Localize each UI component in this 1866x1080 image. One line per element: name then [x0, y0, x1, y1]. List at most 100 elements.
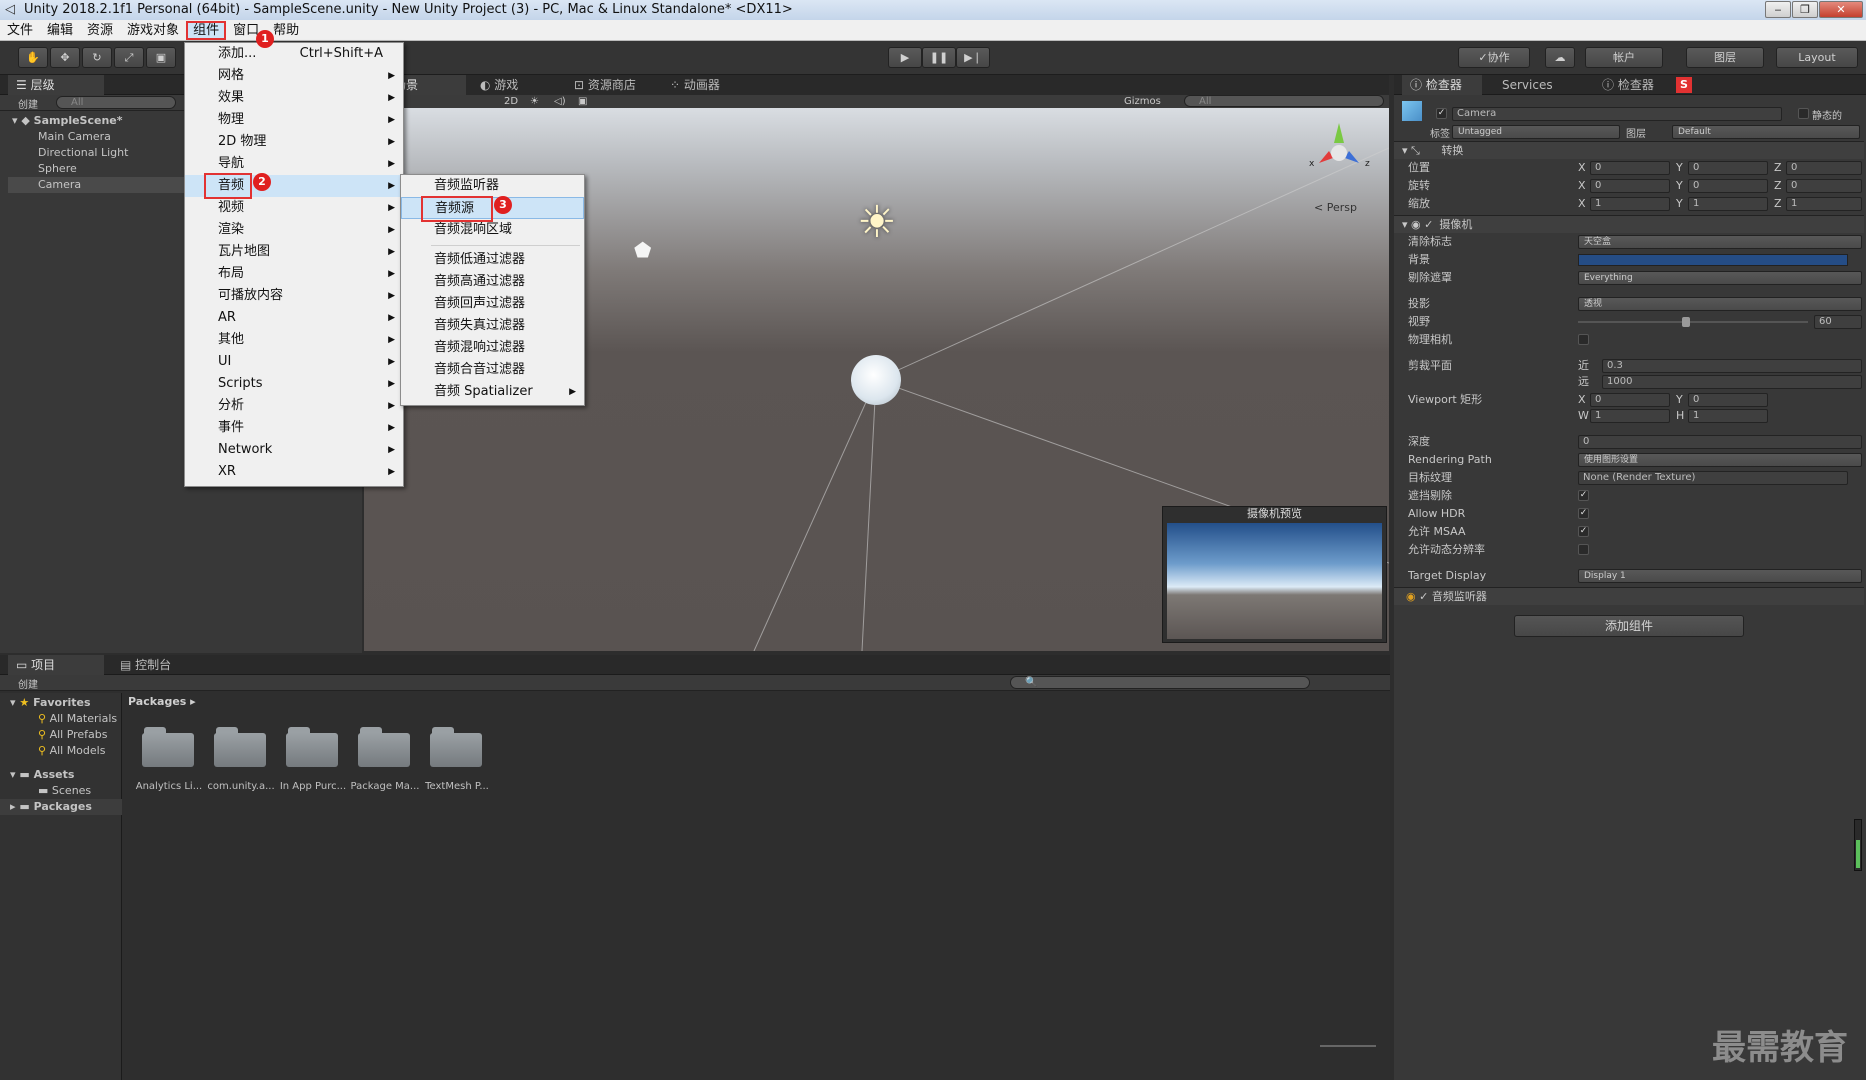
menu-item-spatializer[interactable]: 音频 Spatializer ▶: [401, 381, 584, 403]
viewport-w-field[interactable]: 1: [1590, 409, 1670, 423]
hierarchy-item-directional-light[interactable]: Directional Light: [38, 145, 128, 161]
rotation-y-field[interactable]: 0: [1688, 179, 1768, 193]
menu-item-physics2d[interactable]: 2D 物理 ▶: [185, 131, 403, 153]
object-name-field[interactable]: Camera: [1452, 107, 1782, 121]
static-checkbox[interactable]: [1798, 108, 1809, 119]
menu-item-playables[interactable]: 可播放内容 ▶: [185, 285, 403, 307]
near-clip-field[interactable]: 0.3: [1602, 359, 1862, 373]
menu-item-lowpass[interactable]: 音频低通过滤器: [401, 249, 584, 271]
clear-flags-dropdown[interactable]: 天空盒: [1578, 235, 1862, 249]
packages-node[interactable]: ▸ ▬ Packages: [0, 799, 122, 815]
fov-slider[interactable]: [1578, 321, 1808, 323]
folder-icon[interactable]: [142, 725, 198, 767]
scenes-node[interactable]: ▬ Scenes: [38, 783, 91, 799]
folder-icon[interactable]: [358, 725, 414, 767]
folder-icon[interactable]: [286, 725, 342, 767]
fav-all-prefabs[interactable]: ⚲ All Prefabs: [38, 727, 108, 743]
camera-header[interactable]: ▾ ◉ ✓ 摄像机: [1394, 215, 1864, 233]
hand-tool-icon[interactable]: ✋: [18, 47, 48, 68]
tab-project[interactable]: ▭ 项目: [8, 655, 104, 675]
menu-component[interactable]: 组件: [186, 21, 227, 40]
rendering-path-dropdown[interactable]: 使用图形设置: [1578, 453, 1862, 467]
physical-camera-checkbox[interactable]: [1578, 334, 1589, 345]
menu-item-network[interactable]: Network ▶: [185, 439, 403, 461]
folder-icon[interactable]: [430, 725, 486, 767]
directional-light-icon[interactable]: ☀: [852, 198, 902, 248]
project-breadcrumb[interactable]: Packages ▸: [128, 695, 196, 708]
position-x-field[interactable]: 0: [1590, 161, 1670, 175]
background-color-swatch[interactable]: [1578, 254, 1848, 266]
occlusion-checkbox[interactable]: ✓: [1578, 490, 1589, 501]
project-search-input[interactable]: 🔍: [1010, 676, 1310, 689]
menu-item-physics[interactable]: 物理 ▶: [185, 109, 403, 131]
step-button[interactable]: ▶❘: [956, 47, 990, 68]
menu-gameobject[interactable]: 游戏对象: [120, 20, 186, 41]
active-checkbox[interactable]: ✓: [1436, 108, 1447, 119]
hierarchy-item-sphere[interactable]: Sphere: [38, 161, 77, 177]
viewport-y-field[interactable]: 0: [1688, 393, 1768, 407]
position-z-field[interactable]: 0: [1786, 161, 1862, 175]
tab-inspector-2[interactable]: ⓘ 检查器: [1594, 75, 1674, 95]
folder-icon[interactable]: [214, 725, 270, 767]
menu-item-video[interactable]: 视频 ▶: [185, 197, 403, 219]
tab-asset-store[interactable]: ⊡ 资源商店: [566, 75, 656, 95]
lighting-toggle-icon[interactable]: ☀: [530, 95, 539, 108]
maximize-button[interactable]: ❐: [1792, 1, 1818, 18]
fov-slider-thumb[interactable]: [1682, 317, 1690, 327]
menu-item-highpass[interactable]: 音频高通过滤器: [401, 271, 584, 293]
layers-dropdown[interactable]: 图层: [1686, 47, 1764, 68]
account-dropdown[interactable]: 帐户: [1585, 47, 1663, 68]
layout-dropdown[interactable]: Layout: [1776, 47, 1858, 68]
persp-label[interactable]: < Persp: [1314, 201, 1357, 214]
menu-item-ui[interactable]: UI ▶: [185, 351, 403, 373]
camera-gizmo-icon[interactable]: ⬟: [634, 238, 651, 262]
menu-assets[interactable]: 资源: [80, 20, 120, 41]
scene-orientation-gizmo-icon[interactable]: x z: [1299, 118, 1379, 188]
tab-game[interactable]: ◐ 游戏: [472, 75, 552, 95]
minimize-button[interactable]: ‒: [1765, 1, 1791, 18]
hdr-checkbox[interactable]: ✓: [1578, 508, 1589, 519]
menu-item-scripts[interactable]: Scripts ▶: [185, 373, 403, 395]
move-tool-icon[interactable]: ✥: [50, 47, 80, 68]
project-create-dropdown[interactable]: 创建: [18, 676, 38, 691]
scene-root[interactable]: ▾ ◆ SampleScene*: [12, 113, 123, 129]
scale-z-field[interactable]: 1: [1786, 197, 1862, 211]
menu-file[interactable]: 文件: [0, 20, 40, 41]
culling-mask-dropdown[interactable]: Everything: [1578, 271, 1862, 285]
scale-y-field[interactable]: 1: [1688, 197, 1768, 211]
layer-dropdown[interactable]: Default: [1672, 125, 1860, 139]
menu-item-mesh[interactable]: 网格 ▶: [185, 65, 403, 87]
target-texture-field[interactable]: None (Render Texture): [1578, 471, 1848, 485]
audio-listener-header[interactable]: ◉ ✓ 音频监听器: [1394, 587, 1864, 605]
pause-button[interactable]: ❚❚: [922, 47, 956, 68]
scale-tool-icon[interactable]: ⤢: [114, 47, 144, 68]
tab-inspector[interactable]: ⓘ 检查器: [1402, 75, 1482, 95]
fav-all-models[interactable]: ⚲ All Models: [38, 743, 105, 759]
gizmos-dropdown[interactable]: Gizmos: [1124, 95, 1161, 108]
create-dropdown[interactable]: 创建: [18, 96, 38, 111]
menu-item-add[interactable]: 添加... Ctrl+Shift+A: [185, 43, 403, 65]
add-component-button[interactable]: 添加组件: [1514, 615, 1744, 637]
menu-item-misc[interactable]: 其他 ▶: [185, 329, 403, 351]
depth-field[interactable]: 0: [1578, 435, 1862, 449]
menu-edit[interactable]: 编辑: [40, 20, 80, 41]
projection-dropdown[interactable]: 透视: [1578, 297, 1862, 311]
rotation-z-field[interactable]: 0: [1786, 179, 1862, 193]
hierarchy-item-main-camera[interactable]: Main Camera: [38, 129, 111, 145]
folder-label[interactable]: Analytics Li...: [134, 781, 204, 792]
menu-item-effects[interactable]: 效果 ▶: [185, 87, 403, 109]
icon-size-slider[interactable]: [1320, 1045, 1376, 1047]
position-y-field[interactable]: 0: [1688, 161, 1768, 175]
fav-all-materials[interactable]: ⚲ All Materials: [38, 711, 117, 727]
viewport-x-field[interactable]: 0: [1590, 393, 1670, 407]
tag-dropdown[interactable]: Untagged: [1452, 125, 1620, 139]
sphere-object[interactable]: [851, 355, 901, 405]
dynamic-res-checkbox[interactable]: [1578, 544, 1589, 555]
fov-field[interactable]: 60: [1814, 315, 1862, 329]
msaa-checkbox[interactable]: ✓: [1578, 526, 1589, 537]
menu-item-navigation[interactable]: 导航 ▶: [185, 153, 403, 175]
tab-hierarchy[interactable]: ☰ 层级: [8, 75, 104, 95]
menu-item-xr[interactable]: XR ▶: [185, 461, 403, 483]
rotate-tool-icon[interactable]: ↻: [82, 47, 112, 68]
menu-item-rendering[interactable]: 渲染 ▶: [185, 219, 403, 241]
